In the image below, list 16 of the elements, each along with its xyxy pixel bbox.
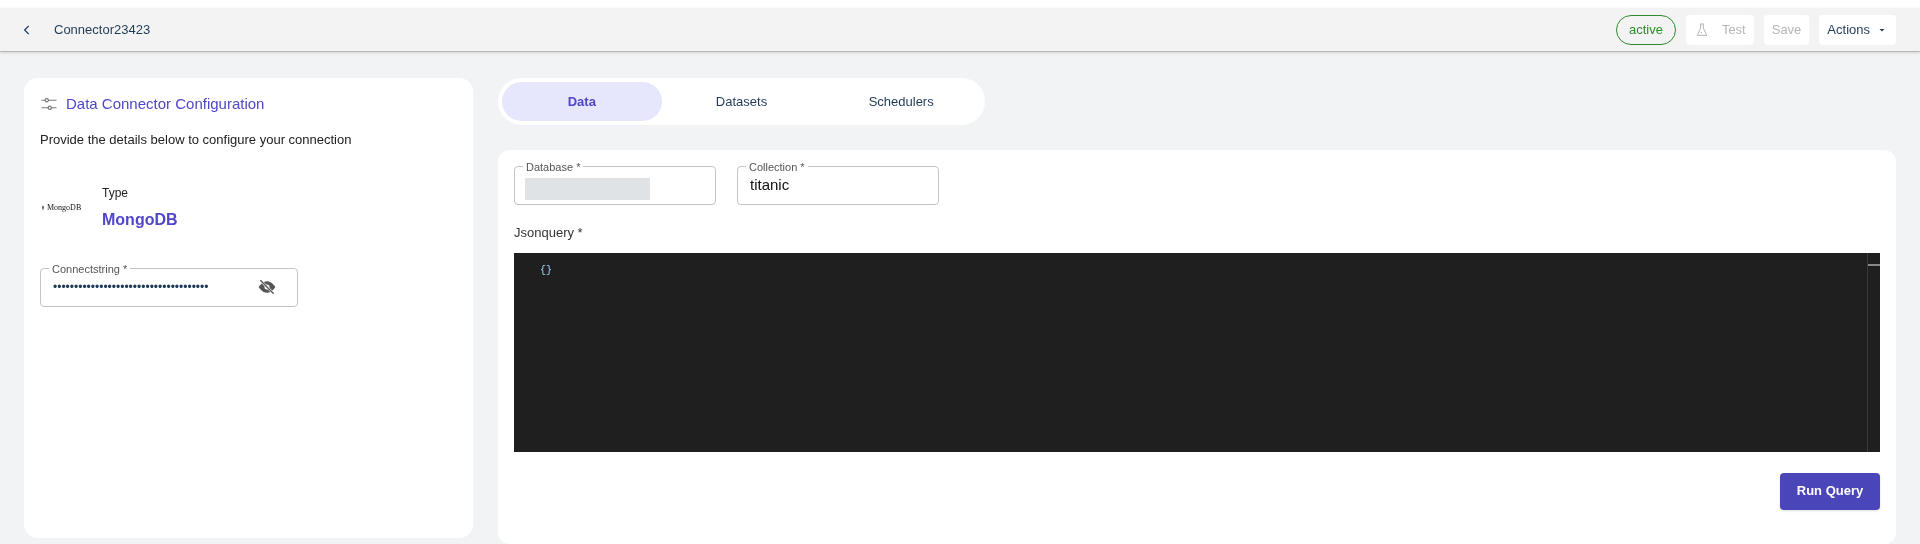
logo-text: MongoDB (47, 201, 82, 214)
actions-button[interactable]: Actions (1819, 14, 1896, 45)
editor-text: {} (540, 263, 552, 277)
panel-description: Provide the details below to configure your connection (40, 131, 353, 149)
sliders-icon (40, 95, 58, 113)
tab[interactable]: Datasets (661, 82, 822, 121)
page-title: Connector23423 (54, 20, 151, 39)
panel-title: Data Connector Configuration (66, 93, 265, 114)
tab[interactable]: Schedulers (821, 82, 981, 121)
type-label: Type (102, 184, 129, 202)
tab[interactable]: Data (502, 82, 662, 121)
run-query-button[interactable]: Run Query (1780, 472, 1880, 510)
field-label: Jsonquery * (514, 224, 584, 242)
code-editor[interactable]: {} (514, 252, 1880, 452)
eye-off-icon[interactable] (257, 277, 277, 297)
type-value: MongoDB (102, 209, 178, 230)
